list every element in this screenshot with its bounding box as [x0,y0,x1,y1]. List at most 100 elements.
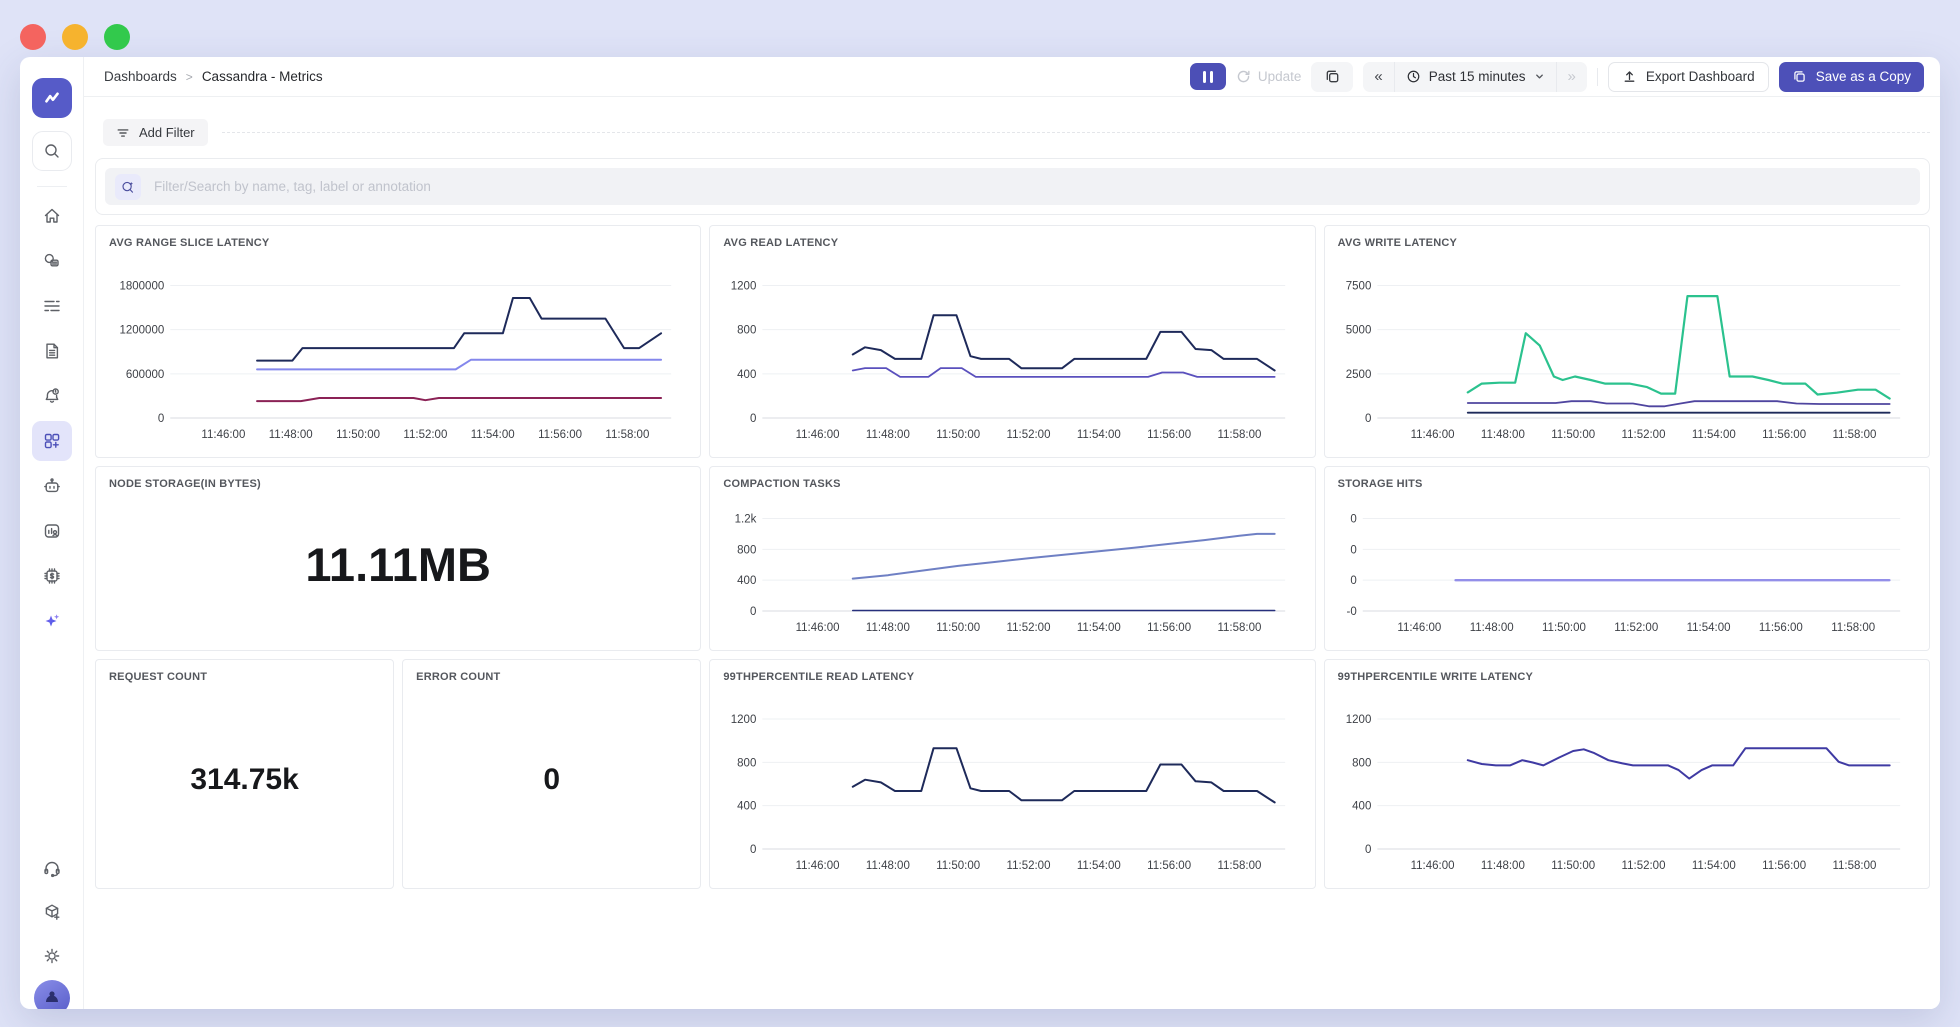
sidebar-item-infra-monitoring[interactable] [32,511,72,551]
sidebar-item-logs[interactable] [32,331,72,371]
filter-icon [116,126,130,140]
avg-write-latency-chart[interactable]: 750050002500011:46:0011:48:0011:50:0011:… [1338,251,1916,446]
svg-text:11:46:00: 11:46:00 [1410,860,1454,872]
update-button[interactable]: Update [1236,69,1302,84]
add-filter-label: Add Filter [139,125,195,140]
panel-title: 99THPERCENTILE READ LATENCY [723,671,1301,683]
sidebar-item-services[interactable] [32,241,72,281]
svg-text:11:54:00: 11:54:00 [1077,429,1121,441]
svg-text:11:50:00: 11:50:00 [1542,622,1586,634]
sidebar-item-home[interactable] [32,196,72,236]
svg-text:11:56:00: 11:56:00 [1148,429,1192,441]
panel-title: COMPACTION TASKS [723,478,1301,490]
avatar-glyph-icon [42,988,62,1008]
svg-text:1200: 1200 [731,281,757,293]
filter-row: Add Filter [103,119,1930,146]
breadcrumb-dashboards[interactable]: Dashboards [104,69,177,84]
breadcrumb-separator: > [186,70,193,84]
save-as-copy-label: Save as a Copy [1816,69,1911,84]
panel-title: NODE STORAGE(IN BYTES) [109,478,687,490]
sidebar-item-dashboards[interactable] [32,421,72,461]
dashboard-content: Add Filter AVG RANGE SLICE LATENCY 18000… [84,97,1940,1009]
sidebar-item-messaging-queues[interactable] [32,466,72,506]
copy-dashboard-link-button[interactable] [1311,62,1353,92]
storage-hits-chart[interactable]: 000-011:46:0011:48:0011:50:0011:52:0011:… [1338,492,1916,639]
time-range-back-button[interactable]: « [1363,62,1393,92]
svg-text:11:58:00: 11:58:00 [1831,622,1875,634]
svg-text:11:54:00: 11:54:00 [1077,622,1121,634]
svg-text:800: 800 [738,325,757,337]
svg-text:11:46:00: 11:46:00 [201,429,245,441]
svg-text:1200: 1200 [1345,714,1371,726]
sidebar-search-button[interactable] [32,131,72,171]
breadcrumb-current: Cassandra - Metrics [202,69,323,84]
panel-filter-input[interactable] [154,179,1910,194]
panel-error-count: ERROR COUNT 0 [402,659,701,889]
time-range-selector[interactable]: Past 15 minutes [1394,62,1556,92]
svg-text:-0: -0 [1346,606,1356,618]
svg-text:11:58:00: 11:58:00 [1832,429,1876,441]
sidebar-item-pipelines[interactable] [32,286,72,326]
p99-read-latency-chart[interactable]: 1200800400011:46:0011:48:0011:50:0011:52… [723,685,1301,877]
svg-text:11:52:00: 11:52:00 [1007,429,1051,441]
svg-text:11:58:00: 11:58:00 [1218,622,1262,634]
panel-title: AVG RANGE SLICE LATENCY [109,237,687,249]
time-range-forward-button[interactable]: » [1556,62,1587,92]
svg-text:11:54:00: 11:54:00 [1077,860,1121,872]
svg-text:11:56:00: 11:56:00 [1759,622,1803,634]
sidebar-item-settings[interactable] [32,936,72,976]
user-avatar[interactable] [34,980,70,1009]
svg-text:11:48:00: 11:48:00 [866,622,910,634]
p99-write-latency-chart[interactable]: 1200800400011:46:0011:48:0011:50:0011:52… [1338,685,1916,877]
pause-refresh-button[interactable] [1190,63,1226,90]
svg-text:400: 400 [1352,801,1371,813]
node-storage-value: 11.11MB [109,490,687,639]
maximize-window-button[interactable] [104,24,130,50]
svg-text:0: 0 [750,844,756,856]
sidebar-item-support[interactable] [32,848,72,888]
svg-text:7500: 7500 [1345,281,1371,293]
panel-storage-hits: STORAGE HITS 000-011:46:0011:48:0011:50:… [1324,466,1930,651]
compaction-tasks-chart[interactable]: 1.2k800400011:46:0011:48:0011:50:0011:52… [723,492,1301,639]
topbar-controls: Update « Past 15 minutes » [1190,62,1924,92]
panel-title: AVG WRITE LATENCY [1338,237,1916,249]
panels-grid: AVG RANGE SLICE LATENCY 1800000120000060… [95,225,1930,889]
headset-icon [42,858,62,878]
sidebar-item-ai-features[interactable] [32,601,72,641]
alert-bell-icon [42,386,62,406]
svg-text:800: 800 [738,544,757,556]
svg-text:11:46:00: 11:46:00 [796,622,840,634]
sidebar-item-alerts[interactable] [32,376,72,416]
svg-text:0: 0 [158,413,164,425]
sidebar-nav [32,196,72,641]
sidebar-item-billing[interactable] [32,556,72,596]
svg-text:400: 400 [738,801,757,813]
panel-99th-write-latency: 99THPERCENTILE WRITE LATENCY 12008004000… [1324,659,1930,889]
svg-text:600000: 600000 [126,369,164,381]
avg-read-latency-chart[interactable]: 1200800400011:46:0011:48:0011:50:0011:52… [723,251,1301,446]
panel-title: AVG READ LATENCY [723,237,1301,249]
sidebar-item-integrations[interactable] [32,892,72,932]
svg-text:0: 0 [1365,844,1371,856]
avg-range-slice-latency-chart[interactable]: 18000001200000600000011:46:0011:48:0011:… [109,251,687,446]
list-lines-icon [42,296,62,316]
close-window-button[interactable] [20,24,46,50]
svg-text:11:48:00: 11:48:00 [1481,860,1525,872]
svg-text:0: 0 [1350,544,1356,556]
sidebar-bottom [32,848,72,1009]
minimize-window-button[interactable] [62,24,88,50]
search-icon [42,141,62,161]
add-filter-button[interactable]: Add Filter [103,119,208,146]
signoz-logo[interactable] [32,78,72,118]
export-dashboard-button[interactable]: Export Dashboard [1608,62,1769,92]
svg-text:5000: 5000 [1345,325,1371,337]
panel-compaction-tasks: COMPACTION TASKS 1.2k800400011:46:0011:4… [709,466,1315,651]
svg-text:11:56:00: 11:56:00 [1148,622,1192,634]
svg-text:1.2k: 1.2k [735,514,757,526]
svg-text:11:50:00: 11:50:00 [1551,429,1595,441]
save-as-copy-button[interactable]: Save as a Copy [1779,62,1924,92]
export-dashboard-label: Export Dashboard [1646,69,1755,84]
upload-icon [1622,69,1637,84]
infra-monitor-icon [42,521,62,541]
svg-text:11:54:00: 11:54:00 [1686,622,1730,634]
